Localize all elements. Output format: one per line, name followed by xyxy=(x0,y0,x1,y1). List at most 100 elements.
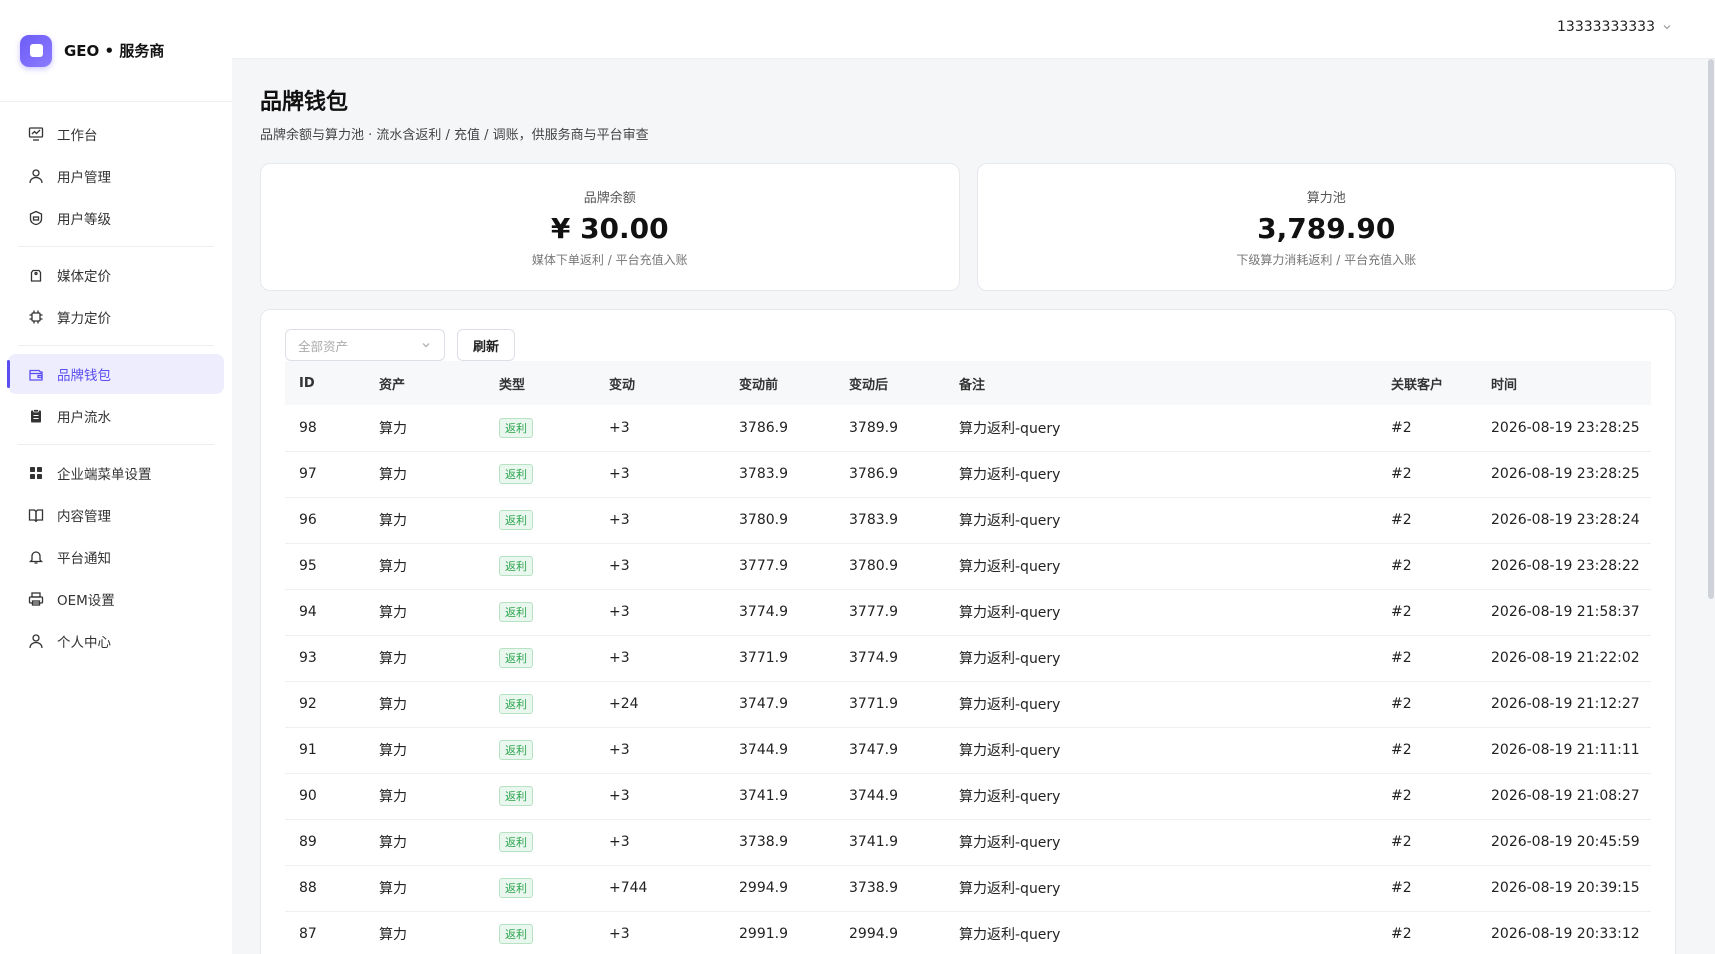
user-menu[interactable]: 13333333333 xyxy=(1557,19,1673,35)
sidebar-item-oem-settings[interactable]: OEM设置 xyxy=(8,579,224,619)
card-value: ¥ 30.00 xyxy=(550,211,669,245)
sidebar-item-compute-pricing[interactable]: 算力定价 xyxy=(8,297,224,337)
table-cell: #2 xyxy=(1377,543,1477,590)
table-cell: 算力 xyxy=(365,681,485,728)
table-cell: 91 xyxy=(285,727,365,774)
table-cell: 算力返利-query xyxy=(945,911,1377,954)
card-label: 品牌余额 xyxy=(583,190,636,206)
user-icon xyxy=(27,167,45,185)
table-cell: 2026-08-19 23:28:24 xyxy=(1477,497,1651,544)
column-header[interactable]: ID xyxy=(285,361,365,405)
table-cell: +3 xyxy=(595,451,725,498)
sidebar-item-brand-wallet[interactable]: 品牌钱包 xyxy=(7,354,224,394)
table-cell: 返利 xyxy=(485,451,595,498)
type-tag: 返利 xyxy=(499,648,533,668)
brand[interactable]: GEO • 服务商 xyxy=(0,0,232,102)
wallet-icon xyxy=(27,365,45,383)
column-header[interactable]: 备注 xyxy=(945,361,1377,405)
compute-pool-card: 算力池 3,789.90 下级算力消耗返利 / 平台充值入账 xyxy=(976,163,1676,291)
select-placeholder: 全部资产 xyxy=(298,338,349,354)
brand-balance-card: 品牌余额 ¥ 30.00 媒体下单返利 / 平台充值入账 xyxy=(260,163,960,291)
person-icon xyxy=(27,632,45,650)
table-cell: 2026-08-19 20:33:12 xyxy=(1477,911,1651,954)
table-cell: 3774.9 xyxy=(835,635,945,682)
table-cell: 2026-08-19 21:08:27 xyxy=(1477,773,1651,820)
user-phone: 13333333333 xyxy=(1557,19,1655,35)
sidebar-item-label: 平台通知 xyxy=(57,551,111,567)
bell-icon xyxy=(27,548,45,566)
grid-icon xyxy=(27,464,45,482)
column-header[interactable]: 变动前 xyxy=(725,361,835,405)
table-row[interactable]: 93 算力 返利 +3 3771.9 3774.9 算力返利-query #2 2026-08-… xyxy=(285,635,1651,682)
table-cell: 3747.9 xyxy=(725,681,835,728)
sidebar-item-label: 内容管理 xyxy=(57,509,111,525)
table-cell: 返利 xyxy=(485,911,595,954)
refresh-button[interactable]: 刷新 xyxy=(457,329,516,361)
table-cell: 返利 xyxy=(485,589,595,636)
type-tag: 返利 xyxy=(499,740,533,760)
table-row[interactable]: 94 算力 返利 +3 3774.9 3777.9 算力返利-query #2 2026-08-… xyxy=(285,589,1651,636)
sidebar-item-user-level[interactable]: 用户等级 xyxy=(8,198,224,238)
table-cell: 返利 xyxy=(485,819,595,866)
sidebar-item-label: 用户等级 xyxy=(57,212,111,228)
sidebar-item-platform-notifications[interactable]: 平台通知 xyxy=(8,537,224,577)
sidebar-item-label: 个人中心 xyxy=(57,635,111,651)
scrollbar-thumb[interactable] xyxy=(1708,59,1714,599)
table-cell: 3789.9 xyxy=(835,405,945,452)
sidebar-item-content-management[interactable]: 内容管理 xyxy=(8,495,224,535)
table-cell: 算力返利-query xyxy=(945,635,1377,682)
table-cell: #2 xyxy=(1377,405,1477,452)
column-header[interactable]: 变动 xyxy=(595,361,725,405)
table-row[interactable]: 90 算力 返利 +3 3741.9 3744.9 算力返利-query #2 2026-08-… xyxy=(285,773,1651,820)
table-cell: +3 xyxy=(595,819,725,866)
card-value: 3,789.90 xyxy=(1257,211,1396,245)
sidebar-item-user-transactions[interactable]: 用户流水 xyxy=(8,396,224,436)
table-row[interactable]: 91 算力 返利 +3 3744.9 3747.9 算力返利-query #2 2026-08-… xyxy=(285,727,1651,774)
table-cell: 2026-08-19 20:45:59 xyxy=(1477,819,1651,866)
table-cell: 算力返利-query xyxy=(945,589,1377,636)
sidebar-item-dashboard[interactable]: 工作台 xyxy=(8,114,224,154)
main-content: 品牌钱包 品牌余额与算力池 · 流水含返利 / 充值 / 调账，供服务商与平台审… xyxy=(260,59,1676,954)
asset-filter-select[interactable]: 全部资产 xyxy=(285,329,445,361)
table-cell: 算力 xyxy=(365,819,485,866)
table-cell: +3 xyxy=(595,589,725,636)
column-header[interactable]: 资产 xyxy=(365,361,485,405)
table-row[interactable]: 88 算力 返利 +744 2994.9 3738.9 算力返利-query #2 2026-0… xyxy=(285,865,1651,912)
sidebar-item-enterprise-menu-settings[interactable]: 企业端菜单设置 xyxy=(8,453,224,493)
sidebar: GEO • 服务商 工作台 用户管理 用户等级 媒体定价 算力定价 品牌钱包 用… xyxy=(0,0,232,954)
table-cell: 返利 xyxy=(485,681,595,728)
sidebar-item-label: 用户管理 xyxy=(57,170,111,186)
sidebar-item-media-pricing[interactable]: 媒体定价 xyxy=(8,255,224,295)
table-cell: 3774.9 xyxy=(725,589,835,636)
table-cell: 2026-08-19 20:39:15 xyxy=(1477,865,1651,912)
table-row[interactable]: 98 算力 返利 +3 3786.9 3789.9 算力返利-query #2 2026-08-… xyxy=(285,405,1651,452)
dashboard-icon xyxy=(27,125,45,143)
sidebar-item-label: 企业端菜单设置 xyxy=(57,467,152,483)
table-cell: 94 xyxy=(285,589,365,636)
table-row[interactable]: 95 算力 返利 +3 3777.9 3780.9 算力返利-query #2 2026-08-… xyxy=(285,543,1651,590)
sidebar-item-personal-center[interactable]: 个人中心 xyxy=(8,621,224,661)
table-row[interactable]: 96 算力 返利 +3 3780.9 3783.9 算力返利-query #2 2026-08-… xyxy=(285,497,1651,544)
table-cell: 3786.9 xyxy=(725,405,835,452)
table-cell: 3738.9 xyxy=(835,865,945,912)
table-row[interactable]: 87 算力 返利 +3 2991.9 2994.9 算力返利-query #2 2026-08-… xyxy=(285,911,1651,954)
column-header[interactable]: 关联客户 xyxy=(1377,361,1477,405)
table-cell: 算力 xyxy=(365,727,485,774)
table-cell: 97 xyxy=(285,451,365,498)
table-cell: #2 xyxy=(1377,865,1477,912)
sidebar-item-user-management[interactable]: 用户管理 xyxy=(8,156,224,196)
table-cell: 返利 xyxy=(485,865,595,912)
table-cell: 3741.9 xyxy=(725,773,835,820)
column-header[interactable]: 类型 xyxy=(485,361,595,405)
column-header[interactable]: 变动后 xyxy=(835,361,945,405)
table-cell: 算力 xyxy=(365,773,485,820)
table-row[interactable]: 89 算力 返利 +3 3738.9 3741.9 算力返利-query #2 2026-08-… xyxy=(285,819,1651,866)
nav-divider xyxy=(18,345,214,346)
book-icon xyxy=(27,506,45,524)
table-cell: 98 xyxy=(285,405,365,452)
table-row[interactable]: 92 算力 返利 +24 3747.9 3771.9 算力返利-query #2 2026-08… xyxy=(285,681,1651,728)
table-cell: 96 xyxy=(285,497,365,544)
page-scrollbar[interactable] xyxy=(1707,59,1715,954)
table-row[interactable]: 97 算力 返利 +3 3783.9 3786.9 算力返利-query #2 2026-08-… xyxy=(285,451,1651,498)
column-header[interactable]: 时间 xyxy=(1477,361,1651,405)
